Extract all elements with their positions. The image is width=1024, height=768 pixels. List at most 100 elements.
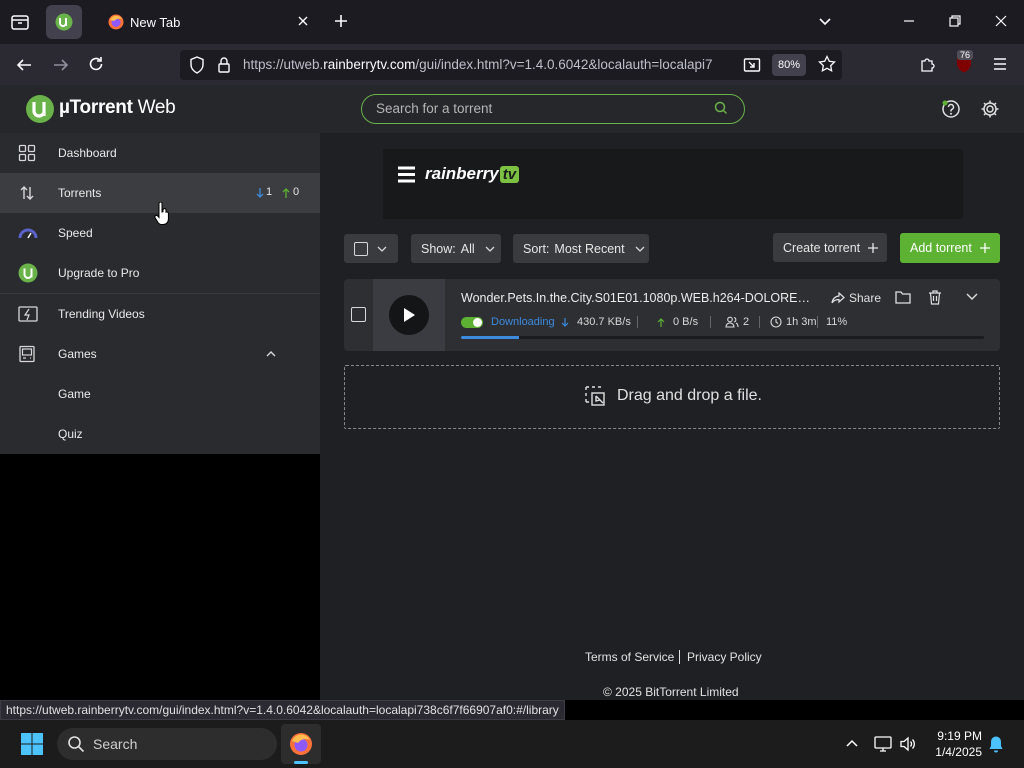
search-icon [67,735,85,753]
tab-overflow-chevron-icon[interactable] [817,14,833,30]
notification-bell-icon[interactable] [988,735,1004,753]
close-window-icon[interactable] [994,14,1008,28]
peers-icon [725,316,739,328]
url-domain: rainberrytv.com [323,57,416,72]
share-button[interactable]: Share [831,291,881,305]
select-all-dropdown[interactable] [344,234,398,263]
bookmark-star-icon[interactable] [818,55,836,73]
add-torrent-label: Add torrent [910,241,972,255]
windows-start-icon[interactable] [21,733,43,755]
app-logo-text[interactable]: µTorrent Web [59,97,176,119]
new-tab-plus-icon[interactable] [333,13,349,29]
close-tab-icon[interactable] [296,14,310,28]
hand-cursor-icon [154,202,170,226]
shield-icon[interactable] [189,56,205,74]
torrent-checkbox[interactable] [351,307,366,322]
sidebar-label-speed: Speed [58,226,93,240]
taskbar-clock[interactable]: 9:19 PM 1/4/2025 [920,728,982,760]
plus-icon [979,243,990,253]
url-prefix: https://utweb. [243,57,324,72]
logo-web: Web [132,97,176,118]
sort-label: Sort: [523,241,550,256]
play-button[interactable] [389,295,429,335]
logo-mu: µTorrent [59,97,133,118]
tab-new-tab[interactable]: New Tab [96,5,324,39]
url-suffix: /gui/index.html?v=1.4.0.6042&localauth=l… [415,57,713,72]
extension-badge: 76 [957,50,974,60]
network-icon[interactable] [874,735,892,753]
chevron-down-icon [485,245,495,253]
create-torrent-label: Create torrent [783,240,861,255]
drop-file-icon [584,385,608,409]
meta-divider [759,316,760,328]
clock-date: 1/4/2025 [935,745,982,759]
forward-arrow-icon[interactable] [52,56,70,74]
open-folder-icon[interactable] [895,290,911,304]
progress-bar [461,336,984,339]
sidebar-label-quiz: Quiz [58,427,83,441]
tray-chevron-up-icon[interactable] [845,738,859,748]
minimize-icon[interactable] [902,14,916,28]
speedometer-icon [18,225,38,241]
volume-icon[interactable] [899,735,917,753]
sort-dropdown[interactable]: Sort: Most Recent [513,234,649,263]
firefox-icon [108,14,124,30]
download-toggle[interactable] [461,317,483,328]
sidebar-item-game[interactable]: Game [0,374,320,414]
chevron-up-icon[interactable] [265,349,277,359]
settings-gear-icon[interactable] [980,99,1000,119]
url-text[interactable]: https://utweb.rainberrytv.com/gui/index.… [243,57,733,72]
add-torrent-button[interactable]: Add torrent [900,233,1000,263]
brand-tv: tv [499,165,520,183]
create-torrent-button[interactable]: Create torrent [773,233,887,262]
sidebar-item-trending-videos[interactable]: Trending Videos [0,294,320,334]
taskbar-search-box[interactable] [57,728,277,760]
trending-video-icon [18,305,38,323]
plus-icon [868,242,879,253]
expand-chevron-icon[interactable] [965,292,979,302]
back-arrow-icon[interactable] [15,56,33,74]
zoom-level[interactable]: 80% [772,54,806,76]
sidebar-item-quiz[interactable]: Quiz [0,414,320,454]
privacy-link[interactable]: Privacy Policy [687,650,762,664]
terms-link[interactable]: Terms of Service [585,650,674,664]
clock-time: 9:19 PM [937,729,982,743]
sidebar: Dashboard Torrents 1 0 Speed Upgrade to … [0,133,320,454]
torrent-name[interactable]: Wonder.Pets.In.the.City.S01E01.1080p.WEB… [461,291,816,305]
reload-icon[interactable] [87,55,105,73]
hamburger-menu-icon[interactable] [992,56,1008,72]
picture-in-picture-icon[interactable] [743,56,761,74]
taskbar-search-label: Search [93,736,138,752]
active-app-indicator [294,761,308,764]
sidebar-item-upgrade[interactable]: Upgrade to Pro [0,253,320,293]
show-label: Show: [421,241,456,256]
meta-divider [817,316,818,328]
extensions-puzzle-icon[interactable] [919,55,937,73]
eta: 1h 3m [786,316,817,328]
tab-utorrent[interactable] [46,5,82,39]
restore-icon[interactable] [948,14,962,28]
meta-divider [637,316,638,328]
rainberry-banner[interactable] [383,149,963,219]
sidebar-label-dashboard: Dashboard [58,146,117,160]
torrent-status: Downloading [491,316,555,328]
arcade-game-icon [18,345,36,363]
peers-count: 2 [743,316,750,328]
share-arrow-icon [831,292,845,304]
show-filter-dropdown[interactable]: Show: All [411,234,501,263]
copyright-text: © 2025 BitTorrent Limited [603,685,739,699]
menu-bars-icon [398,166,415,183]
select-all-checkbox[interactable] [354,241,368,256]
sidebar-item-dashboard[interactable]: Dashboard [0,133,320,173]
help-icon[interactable] [941,99,961,119]
sidebar-item-games[interactable]: Games [0,334,320,374]
tab-list-icon[interactable] [10,12,30,32]
search-icon[interactable] [714,101,728,115]
download-arrow-icon [256,187,264,199]
sidebar-label-trending-videos: Trending Videos [58,307,145,321]
dashboard-grid-icon [18,144,36,162]
utorrent-logo-icon[interactable] [25,94,55,124]
rainberry-brand: rainberry tv [425,164,520,184]
delete-trash-icon[interactable] [928,290,942,305]
lock-icon[interactable] [217,56,231,74]
